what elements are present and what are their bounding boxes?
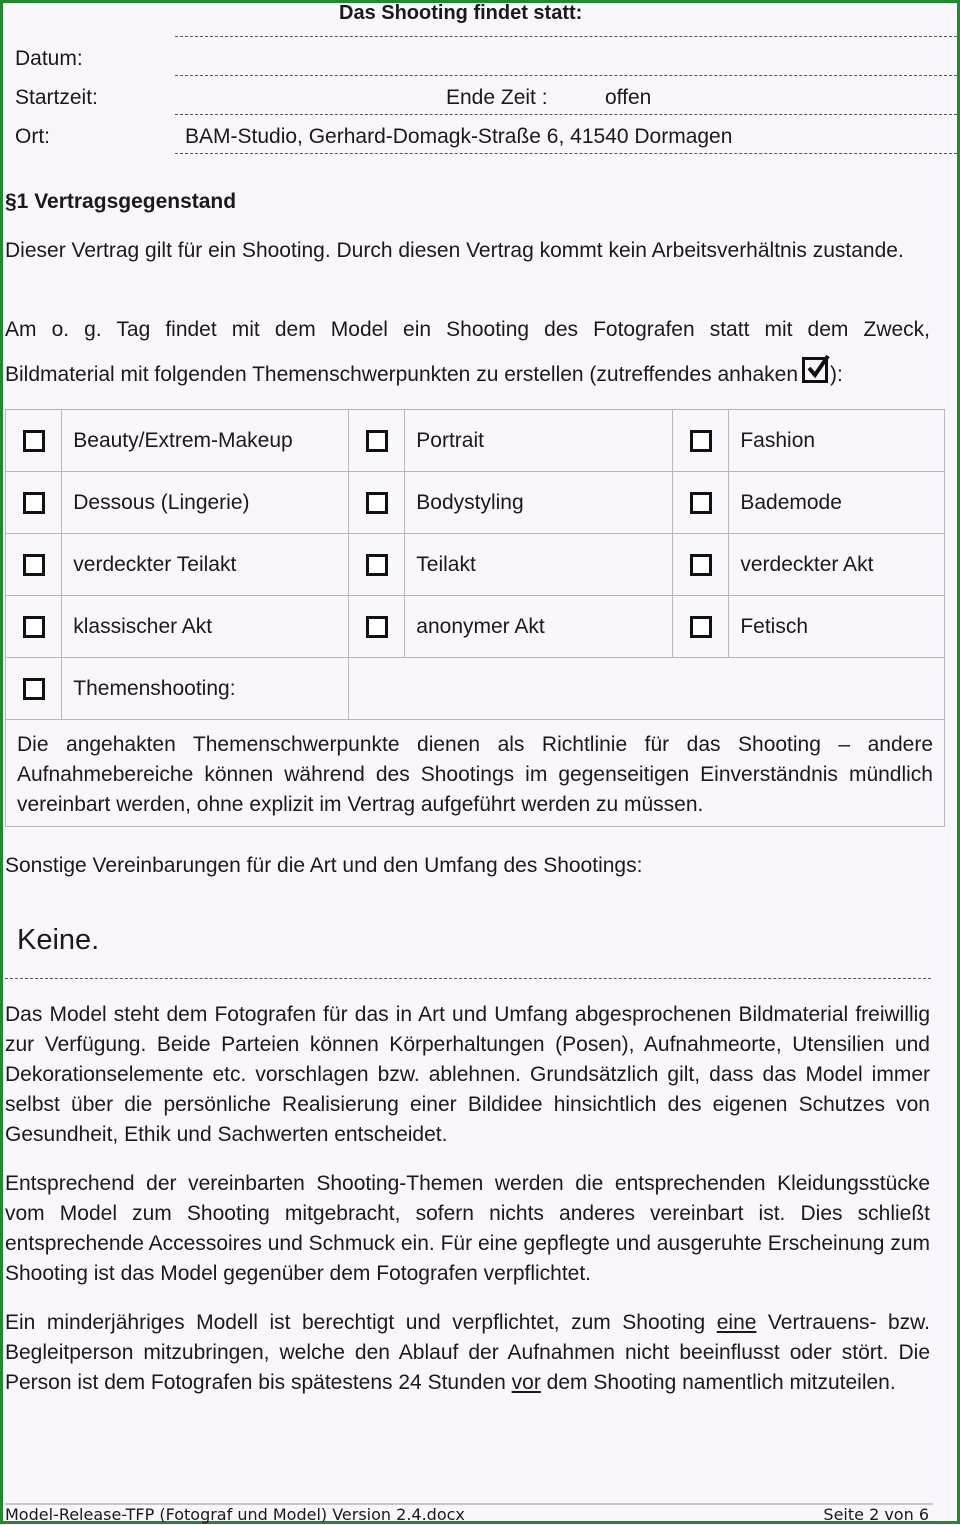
themes-note: Die angehakten Themenschwerpunkte dienen…: [5, 719, 945, 827]
theme-checkbox[interactable]: [22, 553, 45, 576]
checkbox-cell: [348, 595, 406, 658]
themenshooting-label: Themenshooting:: [61, 657, 350, 720]
checkbox-cell: [4, 471, 63, 534]
theme-row: Beauty/Extrem-Makeup Portrait Fashion: [4, 409, 945, 472]
theme-checkbox[interactable]: [22, 429, 45, 452]
ort-field[interactable]: BAM-Studio, Gerhard-Domagk-Straße 6, 415…: [185, 122, 732, 152]
checkbox-cell: [672, 533, 730, 596]
paragraph-clothing: Entsprechend der vereinbarten Shooting-T…: [5, 1172, 930, 1285]
other-agreements-label: Sonstige Vereinbarungen für die Art und …: [5, 854, 643, 877]
paragraph-model-consent: Das Model steht dem Fotografen für das i…: [5, 1003, 930, 1146]
paragraph-purpose-line1: Am o. g. Tag findet mit dem Model ein Sh…: [5, 318, 930, 341]
theme-checkbox[interactable]: [689, 553, 712, 576]
checkbox-cell: [672, 595, 730, 658]
other-agreements-value[interactable]: Keine.: [17, 921, 99, 959]
dotted-line: [175, 153, 957, 154]
theme-label: anonymer Akt: [404, 595, 674, 658]
theme-label: Fashion: [728, 409, 945, 472]
dotted-line: [175, 75, 957, 76]
minor-underline-eine: eine: [716, 1311, 757, 1334]
theme-label: Dessous (Lingerie): [61, 471, 350, 534]
checkbox-cell: [348, 409, 406, 472]
checkbox-cell: [4, 409, 63, 472]
startzeit-label: Startzeit:: [15, 86, 98, 109]
theme-checkbox[interactable]: [22, 615, 45, 638]
theme-checkbox[interactable]: [689, 615, 712, 638]
themenshooting-field[interactable]: [348, 657, 945, 720]
minor-underline-vor: vor: [511, 1371, 541, 1394]
theme-checkbox[interactable]: [689, 491, 712, 514]
section-title: §1 Vertragsgegenstand: [5, 190, 237, 213]
theme-row: klassischer Akt anonymer Akt Fetisch: [4, 595, 945, 658]
themenshooting-checkbox[interactable]: [22, 677, 45, 700]
theme-label: verdeckter Teilakt: [61, 533, 350, 596]
checkbox-cell: [4, 657, 63, 720]
dotted-line: [5, 978, 931, 979]
shooting-heading: Das Shooting findet statt:: [339, 2, 583, 24]
theme-checkbox[interactable]: [365, 615, 388, 638]
checkbox-cell: [4, 595, 63, 658]
theme-row: Dessous (Lingerie) Bodystyling Bademode: [4, 471, 945, 534]
ende-zeit-label: Ende Zeit :: [446, 86, 548, 109]
minor-text-c: dem Shooting namentlich mitzuteilen.: [540, 1371, 896, 1394]
theme-label: Portrait: [404, 409, 674, 472]
theme-checkbox[interactable]: [365, 429, 388, 452]
footer-page-number: Seite 2 von 6: [823, 1505, 929, 1524]
theme-label: verdeckter Akt: [728, 533, 945, 596]
dotted-line: [175, 36, 957, 37]
paragraph-minor: Ein minderjähriges Modell ist berechtigt…: [5, 1308, 930, 1398]
ort-label: Ort:: [15, 125, 50, 148]
theme-label: Bademode: [728, 471, 945, 534]
theme-checkbox[interactable]: [365, 553, 388, 576]
themes-table: Beauty/Extrem-Makeup Portrait Fashion Desso…: [4, 409, 945, 827]
theme-label: klassischer Akt: [61, 595, 350, 658]
theme-label: Bodystyling: [404, 471, 674, 534]
checkbox-cell: [672, 409, 730, 472]
theme-checkbox[interactable]: [365, 491, 388, 514]
themes-note-row: Die angehakten Themenschwerpunkte dienen…: [5, 719, 945, 827]
purpose-text: Bildmaterial mit folgenden Themenschwerp…: [5, 363, 799, 386]
paragraph-intro: Dieser Vertrag gilt für ein Shooting. Du…: [5, 239, 904, 262]
theme-checkbox[interactable]: [22, 491, 45, 514]
theme-label: Beauty/Extrem-Makeup: [61, 409, 350, 472]
theme-label: Fetisch: [728, 595, 945, 658]
checkbox-cell: [4, 533, 63, 596]
datum-label: Datum:: [15, 47, 83, 70]
checkbox-cell: [348, 533, 406, 596]
checkbox-cell: [348, 471, 406, 534]
ende-zeit-field[interactable]: offen: [605, 83, 651, 113]
document-page: Das Shooting findet statt: Datum: Startz…: [0, 0, 960, 1524]
theme-checkbox[interactable]: [689, 429, 712, 452]
paragraph-purpose-line2: Bildmaterial mit folgenden Themenschwerp…: [5, 354, 843, 390]
themenshooting-row: Themenshooting:: [4, 657, 945, 720]
footer-filename: Model-Release-TFP (Fotograf und Model) V…: [5, 1505, 465, 1524]
minor-text-a: Ein minderjähriges Modell ist berechtigt…: [5, 1311, 717, 1334]
theme-row: verdeckter Teilakt Teilakt verdeckter Akt: [4, 533, 945, 596]
checkbox-cell: [672, 471, 730, 534]
dotted-line: [175, 114, 957, 115]
theme-label: Teilakt: [404, 533, 674, 596]
checked-box-icon: [802, 354, 830, 383]
